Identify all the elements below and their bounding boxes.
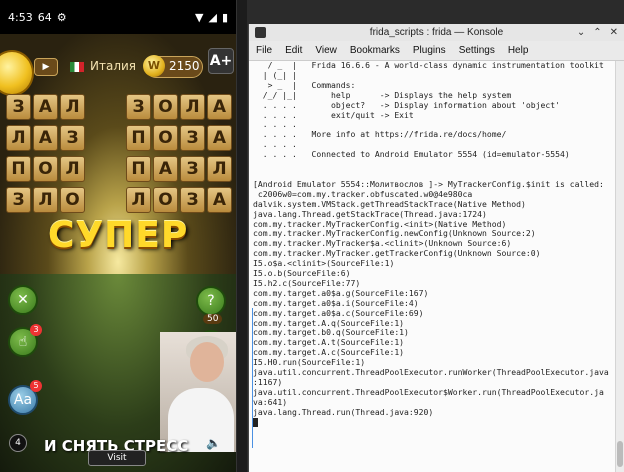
grid-word: ПОЗА (126, 125, 232, 151)
score-value: 2150 (169, 59, 200, 73)
grid-row: ЗЛОЛОЗА (6, 187, 232, 213)
menu-help[interactable]: Help (508, 45, 529, 56)
letter-tile: О (153, 187, 178, 213)
sound-icon[interactable]: 🔈 (206, 436, 224, 452)
letter-tile: З (180, 187, 205, 213)
hint-count: 50 (203, 314, 223, 324)
aa-badge: 5 (30, 380, 42, 392)
ad-person-face (190, 342, 224, 382)
letter-tile: Л (207, 156, 232, 182)
terminal-line: java.lang.Thread.getStackTrace(Thread.ja… (253, 208, 487, 219)
phone-screen[interactable]: 4:53 64 ⚙ ▼ ◢ ▮ ▶ Италия W 2150 A+ ЗАЛЗО… (0, 0, 236, 472)
battery-icon: ▮ (221, 10, 228, 24)
letter-tile: О (33, 156, 58, 182)
letter-tile: О (153, 125, 178, 151)
grid-word: ПАЗЛ (126, 156, 232, 182)
terminal-line: java.lang.Thread.run(Thread.java:920) (253, 406, 434, 417)
terminal-scrollbar[interactable] (615, 61, 624, 472)
grid-row: ПОЛПАЗЛ (6, 156, 232, 182)
letter-tile: А (207, 94, 232, 120)
menu-settings[interactable]: Settings (459, 45, 495, 56)
letter-tile: П (126, 125, 151, 151)
terminal-prompt[interactable] (253, 417, 615, 428)
scrollbar-thumb[interactable] (617, 441, 623, 467)
ad-badge[interactable]: A+ (208, 48, 234, 74)
hand-badge: 3 (30, 324, 42, 336)
grid-word: ЗОЛА (126, 94, 232, 120)
wifi-icon: ▼ (195, 10, 204, 24)
status-bar: 4:53 64 ⚙ ▼ ◢ ▮ (0, 0, 236, 34)
close-icon[interactable]: ✕ (610, 27, 618, 38)
grid-word: ЛАЗ (6, 125, 85, 151)
letter-tile: А (33, 94, 58, 120)
letter-tile: З (6, 94, 31, 120)
video-reward-icon[interactable]: ▶ (34, 58, 58, 76)
score-coin-icon: W (143, 55, 165, 77)
letter-tile: Л (33, 187, 58, 213)
terminal-line: . . . . Connected to Android Emulator 55… (253, 149, 570, 160)
maximize-icon[interactable]: ⌃ (593, 27, 601, 38)
menu-plugins[interactable]: Plugins (413, 45, 446, 56)
menu-edit[interactable]: Edit (285, 45, 302, 56)
grid-word: ПОЛ (6, 156, 85, 182)
letter-tile: З (126, 94, 151, 120)
letter-tile: А (153, 156, 178, 182)
visit-button[interactable]: Visit (88, 450, 146, 466)
signal-icon: ◢ (208, 10, 217, 24)
letter-tile: П (126, 156, 151, 182)
letter-tile: З (6, 187, 31, 213)
ad-timer: 4 (9, 434, 27, 452)
menu-view[interactable]: View (315, 45, 337, 56)
terminal-output[interactable]: / _ | Frida 16.6.6 - A world-class dynam… (249, 61, 624, 472)
country-label: Италия (90, 59, 137, 73)
status-time: 4:53 (8, 10, 33, 24)
letter-tile: Л (180, 94, 205, 120)
terminal-line: java.util.concurrent.ThreadPoolExecutor$… (253, 386, 604, 397)
letter-tile: Л (60, 156, 85, 182)
letter-tile: Л (60, 94, 85, 120)
minimize-icon[interactable]: ⌄ (577, 27, 585, 38)
menu-bar: File Edit View Bookmarks Plugins Setting… (249, 41, 624, 61)
settings-icon: ⚙ (56, 10, 67, 24)
window-titlebar[interactable]: frida_scripts : frida — Konsole ⌄ ⌃ ✕ (249, 24, 624, 41)
letter-tile: А (33, 125, 58, 151)
grid-word: ЗЛО (6, 187, 85, 213)
italy-flag-icon (70, 62, 84, 72)
grid-word: ЗАЛ (6, 94, 85, 120)
grid-row: ЛАЗПОЗА (6, 125, 232, 151)
window-title: frida_scripts : frida — Konsole (369, 27, 504, 38)
question-hint-icon[interactable]: ? (196, 286, 226, 316)
android-emulator-phone: 4:53 64 ⚙ ▼ ◢ ▮ ▶ Италия W 2150 A+ ЗАЛЗО… (0, 0, 247, 472)
terminal-line: / _ | Frida 16.6.6 - A world-class dynam… (253, 61, 604, 70)
phone-bezel (236, 0, 247, 472)
letter-tile: Л (6, 125, 31, 151)
terminal-lines: / _ | Frida 16.6.6 - A world-class dynam… (253, 61, 615, 428)
letter-tile: З (180, 156, 205, 182)
konsole-window: frida_scripts : frida — Konsole ⌄ ⌃ ✕ Fi… (248, 24, 624, 472)
letter-tile: З (180, 125, 205, 151)
terminal-line: java.util.concurrent.ThreadPoolExecutor.… (253, 367, 609, 378)
letter-tile: А (207, 125, 232, 151)
letter-tile: З (60, 125, 85, 151)
super-banner: СУПЕР (48, 215, 189, 256)
letter-tile: Л (126, 187, 151, 213)
terminal-line: . . . . exit/quit -> Exit (253, 109, 414, 120)
grid-word: ЛОЗА (126, 187, 232, 213)
tools-icon[interactable]: ✕ (8, 285, 38, 315)
menu-file[interactable]: File (256, 45, 272, 56)
letter-tile: О (60, 187, 85, 213)
word-grid: ЗАЛЗОЛАЛАЗПОЗАПОЛПАЗЛЗЛОЛОЗА (6, 94, 232, 218)
letter-tile: П (6, 156, 31, 182)
letter-tile: О (153, 94, 178, 120)
menu-bookmarks[interactable]: Bookmarks (350, 45, 400, 56)
letter-tile: А (207, 187, 232, 213)
status-extra: 64 (37, 10, 52, 24)
terminal-line: . . . . More info at https://frida.re/do… (253, 129, 507, 140)
cursor-icon (253, 417, 258, 427)
grid-row: ЗАЛЗОЛА (6, 94, 232, 120)
